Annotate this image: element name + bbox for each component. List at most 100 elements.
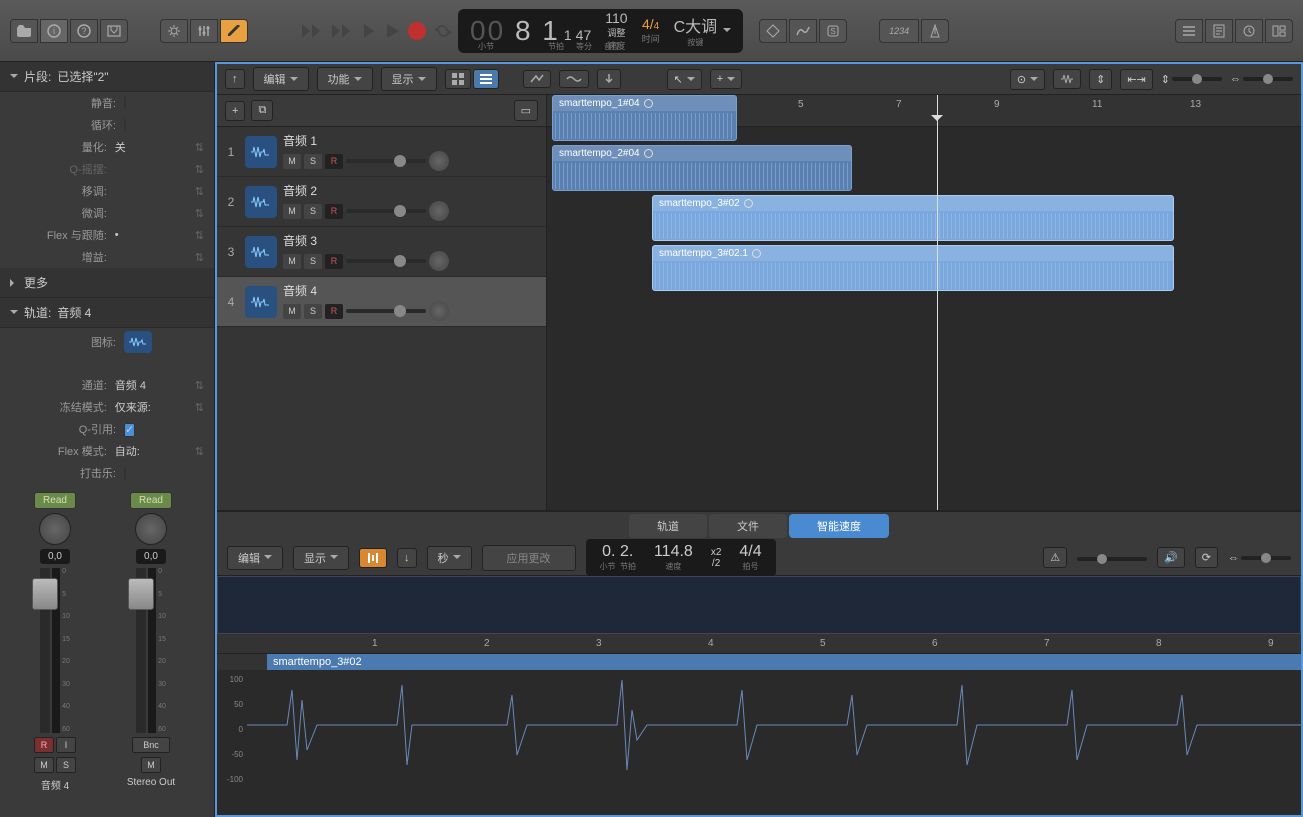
tempo-x2-button[interactable]: x2 [711,547,722,558]
editor-speaker-icon[interactable]: 🔊 [1157,547,1185,568]
track-inspector-header[interactable]: 轨道: 音频 4 [0,298,214,328]
editor-pos[interactable]: 0. 2. [602,543,633,561]
editor-zoom-slider[interactable] [1077,552,1147,564]
replace-icon[interactable] [759,19,787,43]
solo-button[interactable]: S [56,757,76,773]
browser-icon[interactable] [1265,19,1293,43]
track-mute-button[interactable]: M [283,204,301,219]
library-icon[interactable] [10,19,38,43]
editor-catch-icon[interactable]: ↓ [397,548,417,568]
view-menu[interactable]: 显示 [381,67,437,91]
editor-edit-menu[interactable]: 编辑 [227,546,283,570]
track-rec-button[interactable]: R [325,304,343,319]
track-rec-button[interactable]: R [325,254,343,269]
rec-enable-button[interactable]: R [34,737,54,753]
track-solo-button[interactable]: S [304,304,322,319]
flex-icon[interactable] [559,70,589,88]
cycle-button[interactable] [434,24,452,38]
function-menu[interactable]: 功能 [317,67,373,91]
track-header[interactable]: 3 音频 3 MSR [217,227,546,277]
mute-checkbox[interactable] [124,96,126,110]
editor-unit-menu[interactable]: 秒 [427,546,472,570]
lcd-sig-num[interactable]: 4 [642,16,650,32]
lcd-tempo[interactable]: 110 [605,10,627,26]
track-mute-button[interactable]: M [283,304,301,319]
track-solo-button[interactable]: S [304,254,322,269]
lcd-key[interactable]: C大调 [674,13,718,37]
toolbar-icon[interactable] [100,19,128,43]
list-icon[interactable] [1175,19,1203,43]
editor-tempo[interactable]: 114.8 [654,543,693,561]
loops-icon[interactable] [1235,19,1263,43]
track-volume-slider[interactable] [346,159,426,163]
help-icon[interactable]: ? [70,19,98,43]
rewind-button[interactable] [300,23,322,39]
tab-smart-tempo[interactable]: 智能速度 [789,514,889,538]
forward-button[interactable] [330,23,352,39]
play-button[interactable] [384,23,400,39]
editor-icon[interactable] [220,19,248,43]
track-pan-knob[interactable] [429,201,449,221]
up-nav-icon[interactable]: ↑ [225,69,245,89]
track-icon-select[interactable] [124,331,152,353]
mixer-icon[interactable] [190,19,218,43]
inspector-icon[interactable]: i [40,19,68,43]
track-mute-button[interactable]: M [283,154,301,169]
waveform-zoom-icon[interactable] [1053,69,1081,89]
editor-analyze-icon[interactable] [359,548,387,568]
track-name[interactable]: 音频 3 [283,232,540,249]
editor-overview[interactable] [217,576,1301,634]
editor-cycle-icon[interactable]: ⟳ [1195,547,1218,568]
track-name[interactable]: 音频 1 [283,132,540,149]
list-view-icon[interactable] [473,69,499,89]
pan-value[interactable]: 0,0 [136,549,166,564]
track-rec-button[interactable]: R [325,154,343,169]
tab-track[interactable]: 轨道 [629,514,707,538]
more-header[interactable]: 更多 [0,268,214,298]
track-rec-button[interactable]: R [325,204,343,219]
channel-select[interactable]: 音频 4 [115,377,195,393]
grid-view-icon[interactable] [445,69,471,89]
track-solo-button[interactable]: S [304,204,322,219]
horiz-zoom-slider[interactable]: ⇔ [1230,73,1293,85]
track-icon[interactable] [245,286,277,318]
audio-region[interactable]: smarttempo_3#02.1 [652,245,1174,291]
drums-checkbox[interactable] [124,466,126,480]
metronome-icon[interactable] [921,19,949,43]
add-tool-icon[interactable]: + [710,69,742,89]
stop-button[interactable] [360,23,376,39]
audio-region[interactable]: smarttempo_2#04 [552,145,852,191]
vert-zoom-icon[interactable]: ⇕ [1089,69,1112,90]
pan-knob[interactable] [39,513,71,545]
freeze-select[interactable]: 仅来源: [115,399,195,415]
duplicate-track-button[interactable]: ⧉ [251,100,273,121]
playhead[interactable] [937,95,938,510]
tuner-icon[interactable] [789,19,817,43]
track-lanes[interactable]: 135791113 smarttempo_1#04smarttempo_2#04… [547,95,1301,510]
lcd-sig-den[interactable]: 4 [654,21,660,32]
track-volume-slider[interactable] [346,209,426,213]
pan-value[interactable]: 0,0 [40,549,70,564]
editor-hzoom-slider[interactable]: ⇔ [1228,552,1291,564]
track-header[interactable]: 1 音频 1 MSR [217,127,546,177]
catch-icon[interactable] [597,69,621,89]
add-track-button[interactable]: + [225,101,245,121]
editor-sig[interactable]: 4/4 [739,543,761,561]
pointer-tool-icon[interactable]: ↖ [667,69,702,90]
editor-warn-icon[interactable]: ⚠ [1043,547,1067,568]
notes-icon[interactable] [1205,19,1233,43]
track-volume-slider[interactable] [346,309,426,313]
vert-zoom-slider[interactable]: ⇕ [1161,73,1222,86]
track-icon[interactable] [245,236,277,268]
track-header[interactable]: 2 音频 2 MSR [217,177,546,227]
apply-changes-button[interactable]: 应用更改 [482,545,576,571]
edit-menu[interactable]: 编辑 [253,67,309,91]
tab-file[interactable]: 文件 [709,514,787,538]
track-icon[interactable] [245,186,277,218]
editor-ruler[interactable]: 123456789 [217,634,1301,654]
track-header[interactable]: 4 音频 4 MSR [217,277,546,327]
track-icon[interactable] [245,136,277,168]
smart-controls-icon[interactable] [160,19,188,43]
track-pan-knob[interactable] [429,251,449,271]
editor-waveform[interactable]: 100500-50-100 [217,670,1301,815]
